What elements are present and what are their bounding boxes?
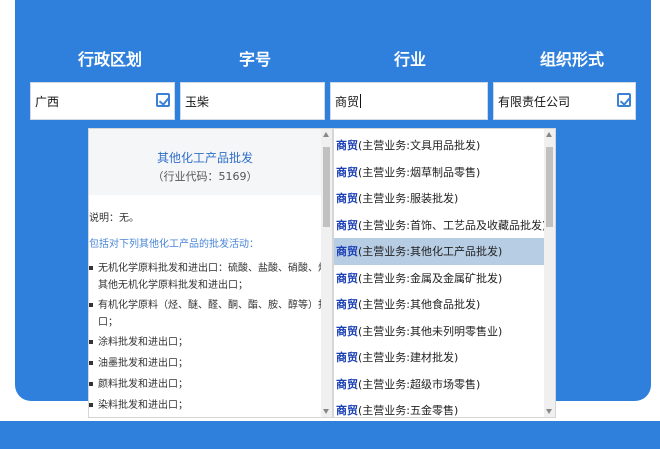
suggestion-item[interactable]: 商贸(主营业务:建材批发) [334, 344, 544, 371]
bullet [89, 340, 93, 344]
suggestion-item[interactable]: 商贸(主营业务:文具用品批发) [334, 132, 544, 159]
suggestion-text: (主营业务:文具用品批发) [358, 139, 481, 152]
suggestion-item[interactable]: 商贸(主营业务:其他未列明零售业) [334, 318, 544, 345]
label-region: 行政区划 [77, 50, 142, 69]
region-field[interactable]: 广西 [30, 82, 175, 120]
suggestion-keyword: 商贸 [336, 218, 358, 232]
scroll-down-arrow-icon[interactable] [323, 409, 329, 414]
description-line: 油墨批发和进出口； [98, 358, 188, 369]
description-line: 口； [98, 317, 118, 328]
description-line: 涂料批发和进出口； [98, 337, 188, 348]
suggestion-keyword: 商贸 [336, 139, 358, 152]
bullet [89, 361, 93, 365]
scrollbar-thumb[interactable] [546, 147, 553, 227]
suggestion-keyword: 商贸 [336, 165, 358, 179]
scroll-up-arrow-icon[interactable] [323, 132, 329, 137]
suggestion-item[interactable]: 商贸(主营业务:五金零售) [334, 397, 544, 417]
suggestion-item[interactable]: 商贸(主营业务:超级市场零售) [334, 371, 544, 398]
suggestion-keyword: 商贸 [336, 192, 358, 205]
label-industry: 行业 [393, 50, 426, 69]
suggestion-text: (主营业务:五金零售) [358, 404, 459, 417]
scrollbar-thumb[interactable] [323, 147, 330, 227]
suggestion-keyword: 商贸 [336, 404, 358, 417]
suggestion-keyword: 商贸 [336, 324, 358, 338]
bullet [89, 403, 93, 407]
suggestion-item[interactable]: 商贸(主营业务:其他化工产品批发) [334, 238, 544, 265]
description-line: 颜料批发和进出口； [98, 379, 188, 390]
description-note: 说明：无。 [89, 213, 139, 224]
suggestion-text: (主营业务:其他化工产品批发) [358, 245, 503, 258]
suggestion-item[interactable]: 商贸(主营业务:服装批发) [334, 185, 544, 212]
trade-name-field[interactable]: 玉柴 [180, 82, 325, 120]
industry-code: （行业代码：5169） [152, 170, 258, 183]
description-line: 有机化学原料（烃、醚、醛、酮、酯、胺、醇等）批发和进出 [98, 300, 332, 311]
org-form-field[interactable]: 有限责任公司 [493, 82, 636, 120]
suggestion-text: (主营业务:服装批发) [358, 192, 459, 205]
suggestion-item[interactable]: 商贸(主营业务:其他食品批发) [334, 291, 544, 318]
bullet [89, 266, 93, 270]
suggestion-text: (主营业务:超级市场零售) [358, 377, 481, 391]
scroll-up-arrow-icon[interactable] [546, 132, 552, 137]
suggestion-text: (主营业务:金属及金属矿批发) [358, 271, 503, 285]
description-title: 其他化工产品批发 [156, 151, 253, 165]
org-form-value: 有限责任公司 [498, 95, 571, 109]
suggestion-keyword: 商贸 [336, 377, 358, 391]
suggestion-text: (主营业务:建材批发) [358, 351, 459, 364]
suggestion-keyword: 商贸 [336, 298, 358, 311]
text-caret [360, 94, 362, 108]
description-header: 其他化工产品批发 （行业代码：5169） [89, 129, 321, 195]
footer-bar [0, 421, 660, 449]
industry-value-wrap: 商贸 [335, 93, 362, 110]
industry-field[interactable]: 商贸 [330, 82, 488, 120]
description-line: 染料批发和进出口； [98, 400, 188, 411]
label-trade-name: 字号 [238, 50, 271, 69]
description-scrollbar[interactable] [321, 129, 332, 417]
suggestion-text: (主营业务:烟草制品零售) [358, 165, 481, 179]
suggestion-keyword: 商贸 [336, 271, 358, 285]
suggestion-text: (主营业务:其他食品批发) [358, 298, 481, 311]
check-icon[interactable] [156, 93, 170, 107]
industry-value: 商贸 [335, 95, 360, 109]
description-line: 其他无机化学原料批发和进出口； [98, 280, 248, 291]
scroll-down-arrow-icon[interactable] [546, 409, 552, 414]
industry-suggestion-list: 商贸(主营业务:文具用品批发) 商贸(主营业务:烟草制品零售) 商贸(主营业务:服装… [333, 128, 556, 418]
bullet [89, 382, 93, 386]
trade-name-value: 玉柴 [185, 95, 210, 109]
suggestion-item[interactable]: 商贸(主营业务:烟草制品零售) [334, 159, 544, 186]
suggestion-text: (主营业务:首饰、工艺品及收藏品批发) [358, 218, 547, 232]
suggestion-scrollbar[interactable] [544, 129, 555, 417]
industry-description-panel: 其他化工产品批发 （行业代码：5169） 说明：无。 包括对下列其他化工产品的批… [88, 128, 333, 418]
description-intro: 包括对下列其他化工产品的批发活动： [89, 239, 259, 250]
suggestion-keyword: 商贸 [336, 351, 358, 364]
bullet [89, 303, 93, 307]
suggestion-keyword: 商贸 [336, 245, 358, 258]
check-icon[interactable] [617, 93, 631, 107]
suggestion-text: (主营业务:其他未列明零售业) [358, 324, 503, 338]
suggestion-item[interactable]: 商贸(主营业务:金属及金属矿批发) [334, 265, 544, 292]
description-line: 无机化学原料批发和进出口：硫酸、盐酸、硝酸、烧碱、纯碱及 [98, 263, 332, 274]
suggestion-item[interactable]: 商贸(主营业务:首饰、工艺品及收藏品批发) [334, 212, 547, 239]
region-value: 广西 [35, 95, 60, 109]
label-org-form: 组织形式 [539, 50, 604, 69]
